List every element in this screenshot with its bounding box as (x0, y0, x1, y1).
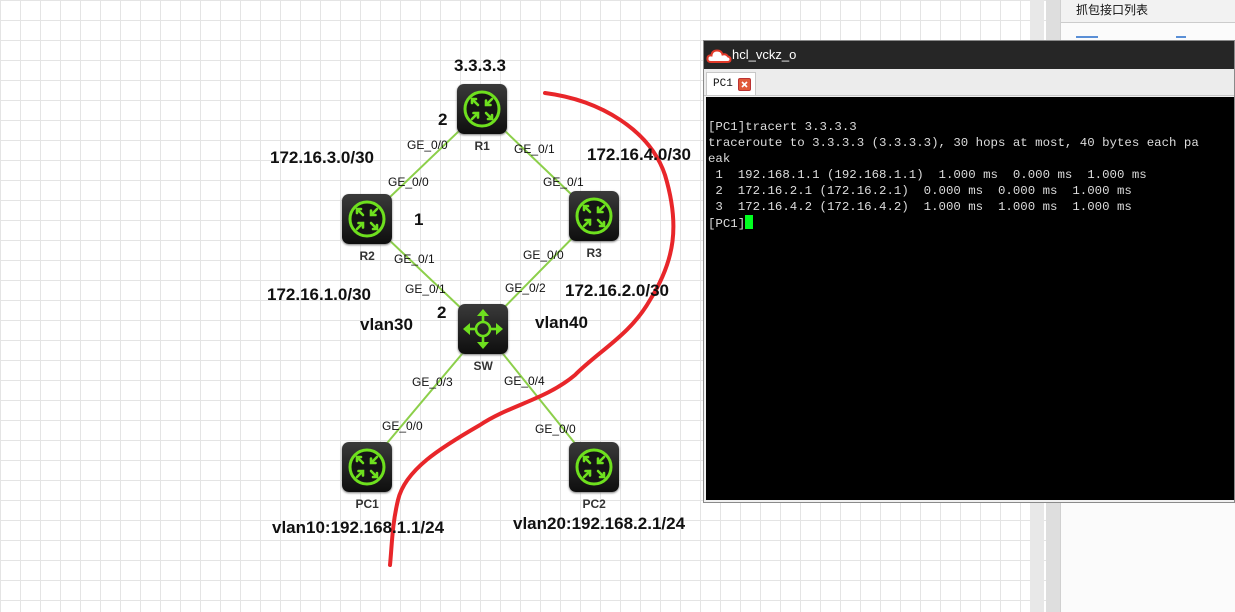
panel-tab-marker[interactable] (1076, 36, 1098, 38)
pc1-vlan-label: vlan10:192.168.1.1/24 (272, 518, 445, 537)
switch-icon (463, 309, 503, 349)
net-r3-sw-label: 172.16.2.0/30 (565, 281, 669, 300)
device-name-r2: R2 (359, 249, 375, 263)
capture-panel-tabs (1061, 23, 1235, 38)
r2-area-label: 1 (414, 210, 424, 229)
device-pc2[interactable] (569, 442, 619, 492)
device-r3[interactable] (569, 191, 619, 241)
port-label: GE_0/1 (405, 282, 446, 296)
port-label: GE_0/0 (407, 138, 448, 152)
console-line: traceroute to 3.3.3.3 (3.3.3.3), 30 hops… (708, 136, 1199, 150)
router-icon (348, 448, 386, 486)
console-prompt: [PC1] (708, 217, 746, 231)
port-label: GE_0/1 (543, 175, 584, 189)
panel-tab-marker[interactable] (1176, 36, 1186, 38)
device-name-sw: SW (473, 359, 493, 373)
tab-label: PC1 (713, 78, 733, 90)
router-icon (575, 448, 613, 486)
device-name-r1: R1 (474, 139, 490, 153)
console-line: eak (708, 152, 731, 166)
device-name-pc1: PC1 (355, 497, 379, 511)
port-label: GE_0/3 (412, 375, 453, 389)
terminal-window: hcl_vckz_o PC1 [PC1]tracert 3.3.3.3 trac… (703, 40, 1235, 503)
router-icon (575, 197, 613, 235)
r1-loopback-label: 3.3.3.3 (454, 56, 506, 75)
port-label: GE_0/1 (394, 252, 435, 266)
cursor (745, 215, 754, 229)
device-r2[interactable] (342, 194, 392, 244)
tab-pc1[interactable]: PC1 (706, 72, 756, 95)
device-name-pc2: PC2 (582, 497, 606, 511)
port-label: GE_0/1 (514, 142, 555, 156)
vlan-right-label: vlan40 (535, 313, 588, 332)
port-label: GE_0/0 (388, 175, 429, 189)
terminal-titlebar[interactable]: hcl_vckz_o (704, 41, 1234, 69)
terminal-window-title: hcl_vckz_o (732, 47, 797, 62)
terminal-console[interactable]: [PC1]tracert 3.3.3.3 traceroute to 3.3.3… (706, 97, 1234, 500)
device-name-r3: R3 (586, 246, 602, 260)
sw-area-label: 2 (437, 303, 447, 322)
capture-panel-title: 抓包接口列表 (1061, 0, 1235, 23)
console-line: 3 172.16.4.2 (172.16.4.2) 1.000 ms 1.000… (708, 200, 1132, 214)
console-line: [PC1]tracert 3.3.3.3 (708, 120, 857, 134)
net-r1-r3-label: 172.16.4.0/30 (587, 145, 691, 164)
port-label: GE_0/4 (504, 374, 545, 388)
net-r2-sw-label: 172.16.1.0/30 (267, 285, 371, 304)
console-prompt-line[interactable]: [PC1] (706, 215, 1234, 232)
device-r1[interactable] (457, 84, 507, 134)
router-icon (463, 90, 501, 128)
port-label: GE_0/2 (505, 281, 546, 295)
device-sw[interactable] (458, 304, 508, 354)
r1-area-label: 2 (438, 110, 448, 129)
net-r1-r2-label: 172.16.3.0/30 (270, 148, 374, 167)
router-icon (348, 200, 386, 238)
vlan-left-label: vlan30 (360, 315, 413, 334)
device-pc1[interactable] (342, 442, 392, 492)
port-label: GE_0/0 (523, 248, 564, 262)
port-label: GE_0/0 (382, 419, 423, 433)
console-line: 2 172.16.2.1 (172.16.2.1) 0.000 ms 0.000… (708, 184, 1132, 198)
close-icon[interactable] (737, 77, 751, 91)
terminal-tab-bar: PC1 (704, 69, 1234, 96)
cloud-logo-icon (706, 49, 732, 63)
port-label: GE_0/0 (535, 422, 576, 436)
pc2-vlan-label: vlan20:192.168.2.1/24 (513, 514, 686, 533)
console-line: 1 192.168.1.1 (192.168.1.1) 1.000 ms 0.0… (708, 168, 1147, 182)
